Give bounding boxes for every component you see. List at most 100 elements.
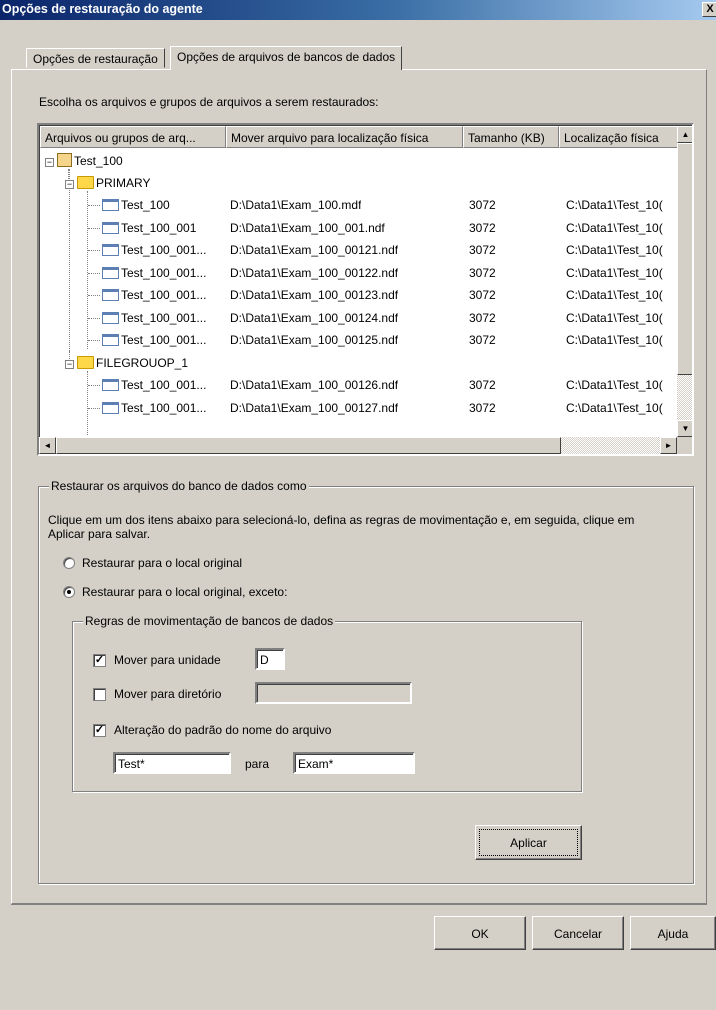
file-physical-location: C:\Data1\Test_10( [566,310,663,325]
tree-line [88,205,100,206]
apply-button[interactable]: Aplicar [475,825,582,860]
move-drive-checkbox[interactable]: ✓ [93,654,106,667]
file-move-to-path: D:\Data1\Exam_100_00122.ndf [230,265,399,280]
file-move-to-path: D:\Data1\Exam_100_00126.ndf [230,378,399,392]
file-name: Test_100 [121,198,170,212]
move-directory-label[interactable]: Mover para diretório [114,687,221,701]
scroll-up-icon[interactable]: ▲ [677,126,692,143]
tree-line [88,250,100,251]
file-name: Test_100_001... [121,288,207,302]
file-row[interactable]: Test_100_001... D:\Data1\Exam_100_00124.n… [40,307,677,330]
rename-to-input[interactable]: Exam* [293,752,415,774]
file-move-to-path: D:\Data1\Exam_100_00123.ndf [230,288,399,302]
file-name: Test_100_001 [121,220,197,235]
tree-line [88,385,100,386]
column-header-files[interactable]: Arquivos ou grupos de arq... [40,126,226,148]
vertical-scrollbar-thumb[interactable] [677,143,692,375]
file-size: 3072 [469,400,496,415]
file-row[interactable]: Test_100_001... D:\Data1\Exam_100_00127.n… [40,397,677,420]
file-physical-location: C:\Data1\Test_10( [566,243,663,257]
file-move-to-path: D:\Data1\Exam_100_00127.ndf [230,400,399,415]
file-name: Test_100_001... [121,378,207,392]
file-row[interactable]: Test_100_001... D:\Data1\Exam_100_00125.n… [40,329,677,352]
column-header-size[interactable]: Tamanho (KB) [463,126,559,148]
scroll-right-icon[interactable]: ► [660,437,677,454]
file-icon [102,401,119,414]
close-icon[interactable]: X [702,2,716,17]
focus-rectangle [479,829,578,856]
collapse-icon[interactable]: − [65,179,74,189]
file-physical-location: C:\Data1\Test_10( [566,400,663,415]
file-row[interactable]: Test_100_001... D:\Data1\Exam_100_00123.n… [40,284,677,307]
file-physical-location: C:\Data1\Test_10( [566,265,663,280]
file-move-to-path: D:\Data1\Exam_100_00124.ndf [230,310,399,325]
help-button[interactable]: Ajuda [630,916,716,950]
column-header-location[interactable]: Localização física [559,126,681,148]
file-row[interactable]: Test_100_001... D:\Data1\Exam_100_00122.n… [40,262,677,285]
file-icon [102,289,119,301]
tree-line [88,272,100,274]
rename-pattern-label[interactable]: Alteração do padrão do nome do arquivo [114,723,331,737]
scrollbar-corner [677,437,692,454]
file-row[interactable]: Test_100 D:\Data1\Exam_100.mdf 3072 C:\Data… [40,194,677,217]
file-name: Test_100_001... [121,265,207,280]
radio-restore-original-label[interactable]: Restaurar para o local original [82,556,242,570]
cancel-button[interactable]: Cancelar [532,916,624,950]
file-move-to-path: D:\Data1\Exam_100_00125.ndf [230,333,399,347]
tree-line [88,407,100,409]
ok-button[interactable]: OK [434,916,526,950]
file-name: Test_100_001... [121,310,207,325]
directory-input[interactable] [255,682,412,704]
file-name: Test_100_001... [121,400,207,415]
tab-restore-options[interactable]: Opções de restauração [26,48,165,68]
filegroup-name: PRIMARY [96,175,151,190]
separator [11,904,707,905]
file-name: Test_100_001... [121,333,207,347]
file-icon [102,266,119,279]
drive-letter-input[interactable]: D [255,648,285,670]
scroll-left-icon[interactable]: ◄ [39,437,56,454]
file-physical-location: C:\Data1\Test_10( [566,378,663,392]
column-header-move-to[interactable]: Mover arquivo para localização física [226,126,463,148]
file-move-to-path: D:\Data1\Exam_100_00121.ndf [230,243,399,257]
file-row[interactable]: Test_100_001... D:\Data1\Exam_100_00126.n… [40,374,677,397]
scroll-down-icon[interactable]: ▼ [677,420,692,437]
file-list[interactable]: Arquivos ou grupos de arq... Mover arqui… [37,123,694,456]
collapse-icon[interactable]: − [45,158,54,167]
filegroup-name: FILEGROUOP_1 [96,355,189,370]
tree-row-database[interactable]: − Test_100 [40,149,677,172]
folder-icon [77,355,94,369]
tree-line [88,227,100,229]
radio-restore-except-label[interactable]: Restaurar para o local original, exceto: [82,585,287,599]
restore-instructions: Clique em um dos itens abaixo para selec… [48,513,635,541]
file-size: 3072 [469,288,496,302]
file-move-to-path: D:\Data1\Exam_100_001.ndf [230,220,385,235]
collapse-icon[interactable]: − [65,359,74,369]
file-row[interactable]: Test_100_001... D:\Data1\Exam_100_00121.n… [40,239,677,262]
tree-row-filegroup[interactable]: − FILEGROUOP_1 [40,352,677,375]
tab-database-file-options[interactable]: Opções de arquivos de bancos de dados [170,46,403,70]
move-directory-checkbox[interactable] [93,688,106,701]
folder-icon [77,175,94,189]
radio-restore-except[interactable] [63,586,75,598]
file-icon [102,379,119,391]
radio-restore-original[interactable] [63,557,75,569]
file-icon [102,244,119,256]
file-icon [102,311,119,324]
tree-line [88,317,100,319]
file-size: 3072 [469,333,496,347]
horizontal-scrollbar-thumb[interactable] [56,437,561,454]
file-row[interactable]: Test_100_001 D:\Data1\Exam_100_001.ndf 307… [40,217,677,240]
rename-pattern-checkbox[interactable]: ✓ [93,724,106,737]
file-size: 3072 [469,220,496,235]
rename-from-input[interactable]: Test* [113,752,231,774]
move-drive-label[interactable]: Mover para unidade [114,653,221,667]
file-physical-location: C:\Data1\Test_10( [566,333,663,347]
tree-line [88,295,100,296]
file-size: 3072 [469,198,496,212]
tree-line [88,340,100,341]
tree-row-filegroup[interactable]: − PRIMARY [40,172,677,195]
file-icon [102,221,119,234]
file-size: 3072 [469,243,496,257]
file-physical-location: C:\Data1\Test_10( [566,288,663,302]
